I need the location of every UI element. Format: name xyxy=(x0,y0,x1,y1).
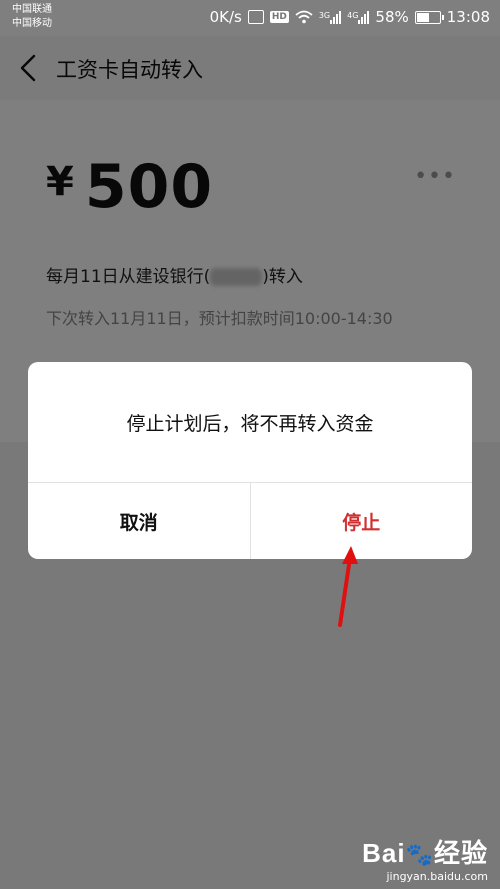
battery-icon xyxy=(414,10,444,24)
battery-percent: 58% xyxy=(375,8,409,26)
status-bar: 中国联通 中国移动 0K/s HD 3G 4G 58% 13:08 xyxy=(0,0,500,36)
watermark-logo: Bai🐾经验 xyxy=(362,833,488,870)
carrier-labels: 中国联通 中国移动 xyxy=(12,3,52,31)
watermark-logo-suffix: 经验 xyxy=(433,838,488,868)
dialog-message: 停止计划后，将不再转入资金 xyxy=(126,412,374,435)
baidu-jingyan-watermark: Bai🐾经验 jingyan.baidu.com xyxy=(362,833,488,883)
signal-4g-label: 4G xyxy=(347,10,359,20)
cancel-button[interactable]: 取消 xyxy=(28,483,251,559)
hd-icon: HD xyxy=(269,11,289,23)
carrier-2: 中国移动 xyxy=(12,18,52,29)
paw-icon: 🐾 xyxy=(405,842,434,867)
status-time: 13:08 xyxy=(446,8,490,26)
wifi-icon xyxy=(295,10,313,24)
signal-4g-icon: 4G xyxy=(347,10,370,24)
signal-3g-icon: 3G xyxy=(318,10,342,24)
status-icons: 0K/s HD 3G 4G 58% 13:08 xyxy=(210,8,490,26)
dialog-actions: 取消 停止 xyxy=(28,482,472,559)
net-speed: 0K/s xyxy=(209,8,242,26)
annotation-arrow-icon xyxy=(338,546,358,627)
signal-3g-label: 3G xyxy=(318,10,331,20)
watermark-logo-text: Bai xyxy=(362,838,406,868)
watermark-url: jingyan.baidu.com xyxy=(386,870,488,883)
carrier-1: 中国联通 xyxy=(12,4,52,15)
confirm-dialog: 停止计划后，将不再转入资金 取消 停止 xyxy=(28,362,472,559)
vibrate-icon xyxy=(247,10,264,24)
